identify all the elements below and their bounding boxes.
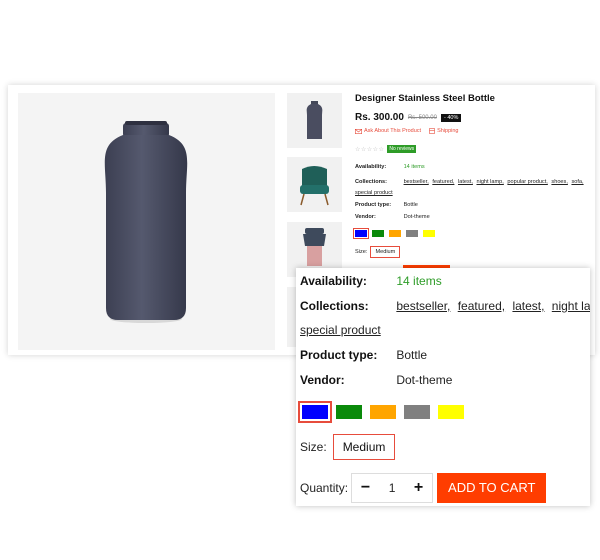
collections-row: Collections: bestseller, featured, lates… xyxy=(355,177,595,199)
collection-link[interactable]: night lamp, xyxy=(476,179,503,185)
color-swatches-small xyxy=(353,228,435,239)
swatch-blue[interactable] xyxy=(298,401,332,423)
mail-icon xyxy=(355,128,362,134)
shipping-link[interactable]: Shipping xyxy=(429,128,459,134)
price-row: Rs. 300.00 Rs. 500.00 - 40% xyxy=(355,112,462,123)
quantity-increment-button[interactable]: + xyxy=(405,479,432,497)
availability-value: 14 items xyxy=(396,274,442,288)
size-label: Size: xyxy=(355,249,368,255)
size-label: Size: xyxy=(300,440,327,454)
size-option[interactable]: Medium xyxy=(332,434,396,460)
collection-link[interactable]: bestseller, xyxy=(404,179,429,185)
thumbnail-bottle[interactable] xyxy=(287,93,342,148)
old-price: Rs. 500.00 xyxy=(407,114,437,121)
product-type-label: Product type: xyxy=(355,202,392,208)
discount-badge: - 40% xyxy=(440,113,462,122)
color-swatches xyxy=(298,401,464,423)
vendor-label: Vendor: xyxy=(300,373,345,387)
shipping-icon xyxy=(429,128,435,134)
quantity-value[interactable]: 1 xyxy=(379,481,405,495)
zoom-collections-row: Collections: bestseller, featured, lates… xyxy=(300,299,590,313)
ask-about-product-link[interactable]: Ask About This Product xyxy=(355,128,421,134)
zoom-vendor-row: Vendor: Dot-theme xyxy=(300,373,452,387)
no-reviews-badge: No reviews xyxy=(387,145,417,153)
collection-link[interactable]: popular product, xyxy=(507,179,547,185)
quantity-label: Quantity: xyxy=(300,481,349,495)
collections-label: Collections: xyxy=(355,179,388,185)
collection-link[interactable]: latest, xyxy=(458,179,473,185)
size-row-small: Size: Medium xyxy=(355,246,401,258)
zoomed-details-panel: Availability: 14 items Collections: best… xyxy=(296,268,590,506)
availability-row: Availability: 14 items xyxy=(355,164,425,170)
swatch-yellow[interactable] xyxy=(438,405,464,419)
shipping-link-label: Shipping xyxy=(437,128,459,134)
current-price: Rs. 300.00 xyxy=(355,112,404,123)
availability-value: 14 items xyxy=(403,164,425,170)
zoom-collections-row-2: special product xyxy=(300,323,385,337)
swatch-green[interactable] xyxy=(336,405,362,419)
collection-link[interactable]: night lamp, xyxy=(552,299,590,313)
rating-row: ☆☆☆☆☆ No reviews xyxy=(355,145,417,153)
vendor-value: Dot-theme xyxy=(396,373,453,387)
quantity-decrement-button[interactable]: − xyxy=(352,479,379,497)
product-links: Ask About This Product Shipping xyxy=(355,128,459,134)
swatch-gray[interactable] xyxy=(406,230,418,237)
collections-label: Collections: xyxy=(300,299,369,313)
collection-link[interactable]: bestseller, xyxy=(396,299,450,313)
swatch-green[interactable] xyxy=(372,230,384,237)
size-option[interactable]: Medium xyxy=(370,246,401,258)
collections-list-continued: special product xyxy=(300,323,385,337)
product-title: Designer Stainless Steel Bottle xyxy=(355,93,495,104)
collection-link[interactable]: shoes, xyxy=(551,179,567,185)
product-type-row: Product type: Bottle xyxy=(355,202,418,208)
vendor-row: Vendor: Dot-theme xyxy=(355,214,430,220)
bottle-image xyxy=(104,121,188,323)
collection-link[interactable]: special product xyxy=(355,190,393,196)
main-product-image[interactable] xyxy=(18,93,275,350)
thumbnail-chair[interactable] xyxy=(287,157,342,212)
product-type-label: Product type: xyxy=(300,348,378,362)
quantity-stepper: − 1 + xyxy=(351,473,434,503)
collection-link[interactable]: special product xyxy=(300,323,381,337)
availability-label: Availability: xyxy=(300,274,367,288)
quantity-row: Quantity: − 1 + ADD TO CART xyxy=(300,473,547,503)
swatch-orange[interactable] xyxy=(389,230,401,237)
availability-label: Availability: xyxy=(355,164,387,170)
bottle-thumb-image xyxy=(306,101,323,139)
chair-thumb-image xyxy=(300,166,329,206)
product-type-value: Bottle xyxy=(403,202,418,208)
star-icon: ☆☆☆☆☆ xyxy=(355,146,385,153)
collection-link[interactable]: sofa, xyxy=(571,179,583,185)
collections-list: bestseller, featured, latest, night lamp… xyxy=(396,299,590,313)
collection-link[interactable]: featured, xyxy=(458,299,505,313)
swatch-yellow[interactable] xyxy=(423,230,435,237)
ask-link-label: Ask About This Product xyxy=(364,128,422,134)
vendor-label: Vendor: xyxy=(355,214,376,220)
zoom-availability-row: Availability: 14 items xyxy=(300,274,442,288)
add-to-cart-button[interactable]: ADD TO CART xyxy=(437,473,547,503)
collection-link[interactable]: latest, xyxy=(512,299,544,313)
swatch-gray[interactable] xyxy=(404,405,430,419)
product-type-value: Bottle xyxy=(396,348,428,362)
swatch-blue[interactable] xyxy=(353,228,369,239)
vendor-value: Dot-theme xyxy=(403,214,430,220)
collection-link[interactable]: featured, xyxy=(432,179,454,185)
size-row: Size: Medium xyxy=(300,434,396,460)
swatch-orange[interactable] xyxy=(370,405,396,419)
zoom-product-type-row: Product type: Bottle xyxy=(300,348,427,362)
